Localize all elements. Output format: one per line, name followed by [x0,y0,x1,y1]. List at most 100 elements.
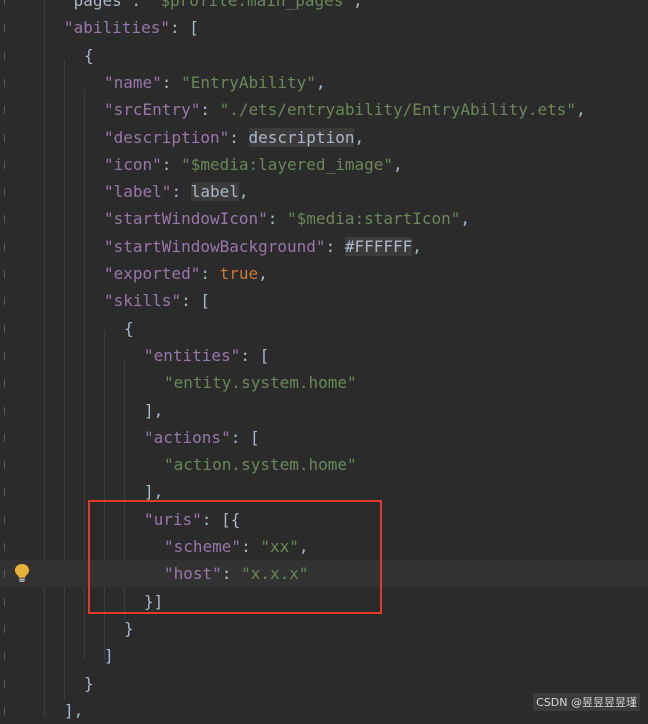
code-token: "entities" [144,345,241,365]
watermark: CSDN @昱昱昱昱瑾 [533,693,640,711]
code-line[interactable]: "name": "EntryAbility", [0,69,648,96]
code-token: : [161,154,182,174]
code-line[interactable]: ] [0,642,648,669]
code-line[interactable]: "entity.system.home" [0,369,648,396]
fold-marker[interactable] [4,679,11,688]
fold-marker[interactable] [4,242,11,251]
code-line[interactable]: ], [0,397,648,424]
code-token: , [354,127,365,147]
fold-marker[interactable] [4,570,11,579]
code-token: description [248,127,355,147]
code-token: #FFFFFF [344,236,413,256]
code-token: "$profile:main_pages" [150,0,353,10]
code-line[interactable]: "skills": [ [0,287,648,314]
fold-marker[interactable] [4,78,11,87]
code-line[interactable]: "description": description, [0,124,648,151]
fold-marker[interactable] [4,379,11,388]
code-token: : [ [181,291,210,311]
fold-marker[interactable] [4,215,11,224]
fold-marker[interactable] [4,324,11,333]
code-token: , [392,154,403,174]
code-token: : [325,236,345,256]
fold-marker[interactable] [4,515,11,524]
code-token: "label" [104,182,172,202]
fold-marker[interactable] [4,0,11,5]
code-line[interactable]: "startWindowBackground": #FFFFFF, [0,233,648,260]
code-token: "icon" [104,154,162,174]
fold-marker[interactable] [4,543,11,551]
fold-marker[interactable] [4,297,11,306]
code-token: "name" [104,72,162,92]
code-token: "EntryAbility" [181,72,316,92]
code-token: "startWindowIcon" [104,209,268,229]
code-line[interactable]: "abilities": [ [0,14,648,41]
code-token: , [353,0,363,10]
code-token: "$media:startIcon" [287,209,461,229]
fold-marker[interactable] [4,188,11,197]
code-token: , [412,236,422,256]
code-token: : [161,72,182,92]
code-line[interactable]: { [0,315,648,342]
fold-marker[interactable] [4,106,11,115]
code-line[interactable]: "actions": [ [0,424,648,451]
code-line[interactable]: "exported": true, [0,260,648,287]
fold-marker[interactable] [4,351,11,360]
code-token: } [124,618,134,638]
code-token: "description" [104,127,230,147]
code-token: "abilities" [64,18,170,38]
fold-marker[interactable] [4,706,11,715]
code-token: true [219,264,259,283]
code-token: , [315,72,326,92]
fold-marker[interactable] [4,597,11,606]
code-token: ], [144,482,164,502]
code-token: : [ [230,427,260,447]
fold-marker[interactable] [4,160,11,169]
code-line[interactable]: } [0,615,648,642]
code-token: ], [144,400,164,420]
code-line[interactable]: "icon": "$media:layered_image", [0,151,648,178]
code-line[interactable]: "entities": [ [0,342,648,369]
code-line[interactable]: { [0,42,648,69]
code-token: "startWindowBackground" [104,236,326,256]
code-line[interactable]: "startWindowIcon": "$media:startIcon", [0,205,648,232]
fold-marker[interactable] [4,133,11,142]
code-token: "srcEntry" [104,100,201,120]
code-token: : [ [240,345,270,365]
fold-marker[interactable] [4,406,11,415]
fold-marker[interactable] [4,433,11,442]
code-token: : [200,264,220,283]
fold-marker[interactable] [4,624,11,633]
code-token: , [258,264,268,283]
fold-marker[interactable] [4,652,11,661]
fold-marker[interactable] [4,51,11,60]
code-token: "./ets/entryability/EntryAbility.ets" [219,100,577,120]
code-token: { [124,318,134,338]
code-line[interactable]: "label": label, [0,178,648,205]
code-token: "action.system.home" [164,455,357,475]
lightbulb-icon[interactable] [13,563,31,583]
fold-marker[interactable] [4,24,11,33]
fold-marker[interactable] [4,270,11,278]
code-token: "$media:layered_image" [181,154,393,174]
code-token: { [84,45,94,65]
code-token: label [190,182,239,202]
code-token: "skills" [104,291,182,311]
code-line[interactable]: "action.system.home" [0,451,648,478]
code-token: , [460,209,471,229]
code-token: } [84,673,94,693]
code-line[interactable]: "pages": "$profile:main_pages", [0,0,648,14]
code-token: : [171,182,191,202]
fold-marker[interactable] [4,488,11,497]
code-token: : [267,209,288,229]
code-token: "actions" [144,427,231,447]
code-token: "exported" [104,264,201,283]
fold-marker[interactable] [4,461,11,470]
code-token: "entity.system.home" [164,373,357,393]
uris-highlight-box [88,500,382,614]
code-token: , [238,182,249,202]
code-token: , [576,100,586,120]
code-token: : [229,127,249,147]
code-token: : [200,100,220,120]
code-token: "pages": [64,0,151,10]
code-line[interactable]: "srcEntry": "./ets/entryability/EntryAbi… [0,96,648,123]
